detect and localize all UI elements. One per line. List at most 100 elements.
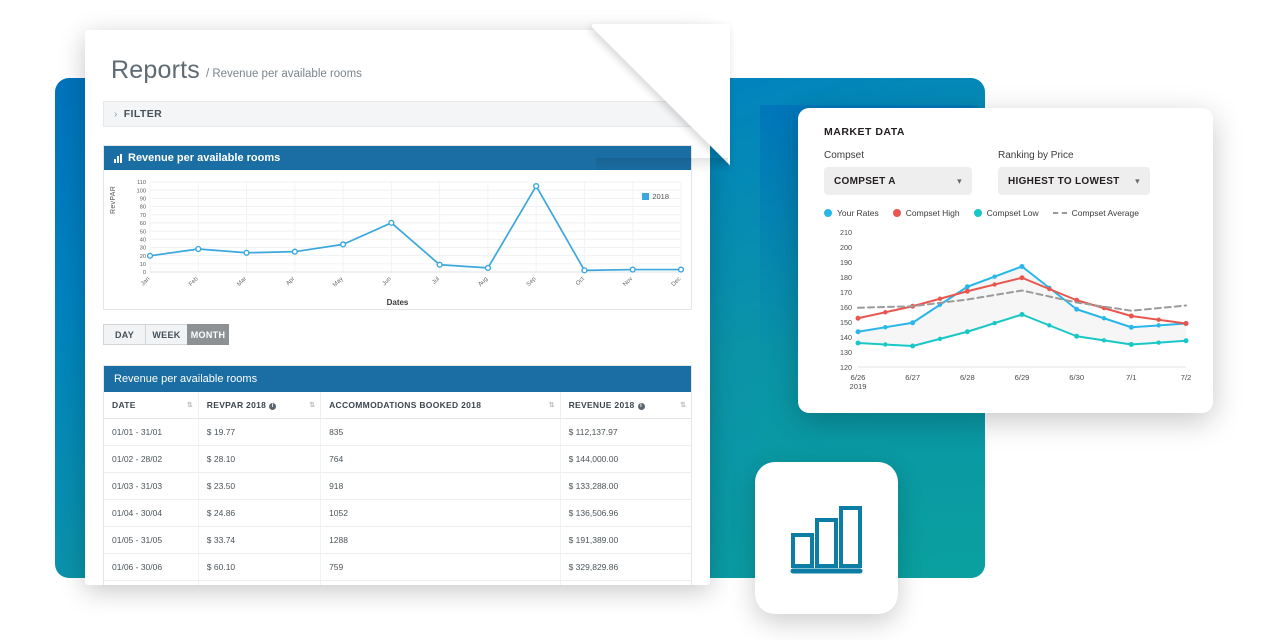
svg-text:6/29: 6/29 xyxy=(1015,373,1030,382)
ranking-select[interactable]: HIGHEST TO LOWEST ▾ xyxy=(998,167,1150,195)
svg-text:20: 20 xyxy=(140,254,146,260)
revpar-table-panel: Revenue per available rooms DATE ⇅ REVPAR … xyxy=(103,365,692,585)
svg-text:80: 80 xyxy=(140,205,146,211)
granularity-month[interactable]: MONTH xyxy=(187,324,229,345)
table-cell: $ 28.10 xyxy=(198,445,322,473)
table-header-row: DATE ⇅ REVPAR 2018 i ⇅ ACCOMMODATIONS BOOKED … xyxy=(104,392,691,419)
page-title: Reports xyxy=(111,56,200,84)
compset-label: Compset xyxy=(824,150,865,161)
table-cell: 1288 xyxy=(320,526,561,554)
table-cell: $ 50,473.42 xyxy=(560,580,691,585)
svg-text:6/28: 6/28 xyxy=(960,373,975,382)
legend-dot-0 xyxy=(824,209,832,217)
legend-label: Compset High xyxy=(905,208,960,218)
sort-icon[interactable]: ⇅ xyxy=(549,401,555,409)
table-cell: 01/02 - 28/02 xyxy=(104,445,199,473)
table-cell: $ 33.74 xyxy=(198,526,322,554)
revpar-chart-legend: 2018 xyxy=(642,192,669,201)
market-chart-legend: Your Rates Compset High Compset Low Compset… xyxy=(824,208,1191,218)
table-row: 01/05 - 31/05 $ 33.74 1288 $ 191,389.00 xyxy=(104,526,691,554)
chevron-down-icon: ▾ xyxy=(1135,175,1140,186)
table-cell: $ 60.10 xyxy=(198,553,322,581)
sort-icon[interactable]: ⇅ xyxy=(187,401,193,409)
svg-text:Jul: Jul xyxy=(431,276,441,286)
table-cell: $ 144,000.00 xyxy=(560,445,691,473)
table-body: 01/01 - 31/01 $ 19.77 835 $ 112,137.97 01/02… xyxy=(104,418,691,585)
table-row: 01/04 - 30/04 $ 24.86 1052 $ 136,506.96 xyxy=(104,499,691,527)
table-header-1[interactable]: REVPAR 2018 i ⇅ xyxy=(198,392,322,419)
info-icon[interactable]: i xyxy=(637,403,645,410)
table-header-2[interactable]: ACCOMMODATIONS BOOKED 2018 ⇅ xyxy=(320,392,561,419)
svg-text:160: 160 xyxy=(840,303,852,312)
svg-text:210: 210 xyxy=(840,228,852,237)
svg-text:Nov: Nov xyxy=(622,276,634,288)
table-cell: 01/05 - 31/05 xyxy=(104,526,199,554)
table-cell: 01/04 - 30/04 xyxy=(104,499,199,527)
market-data-filters: Compset COMPSET A ▾ Ranking by Price HIG… xyxy=(824,150,1191,195)
compset-select[interactable]: COMPSET A ▾ xyxy=(824,167,972,195)
granularity-week[interactable]: WEEK xyxy=(145,324,187,345)
table-cell: $ 23.50 xyxy=(198,472,322,500)
sort-icon[interactable]: ⇅ xyxy=(680,401,686,409)
table-header-3[interactable]: REVENUE 2018 i ⇅ xyxy=(560,392,691,419)
info-icon[interactable]: i xyxy=(269,403,277,410)
table-row: 01/01 - 31/01 $ 19.77 835 $ 112,137.97 xyxy=(104,418,691,446)
table-header-label: REVPAR 2018 xyxy=(206,400,267,410)
bar-chart-icon xyxy=(114,153,122,163)
breadcrumb: / Revenue per available rooms xyxy=(205,68,362,80)
table-header-0[interactable]: DATE ⇅ xyxy=(104,392,199,419)
legend-item-2[interactable]: Compset Low xyxy=(973,208,1039,218)
table-cell: 759 xyxy=(320,553,561,581)
svg-text:70: 70 xyxy=(140,213,146,219)
svg-text:170: 170 xyxy=(840,288,852,297)
table-cell: 01/03 - 31/03 xyxy=(104,472,199,500)
market-data-chart-svg: 120 130 140 150 160 170 180 190 200 210 6/262019 6/… xyxy=(840,228,1191,391)
legend-item-0[interactable]: Your Rates xyxy=(824,208,879,218)
table-cell: $ 8.90 xyxy=(198,580,322,585)
table-cell: 01/01 - 31/01 xyxy=(104,418,199,446)
revpar-chart-ylabel: RevPAR xyxy=(110,185,117,214)
svg-text:200: 200 xyxy=(840,243,852,252)
table-cell: $ 24.86 xyxy=(198,499,322,527)
legend-dot-2 xyxy=(973,209,982,217)
svg-text:130: 130 xyxy=(840,348,852,357)
legend-item-1[interactable]: Compset High xyxy=(892,208,960,218)
legend-label: Your Rates xyxy=(837,208,879,218)
table-cell: $ 133,288.00 xyxy=(560,472,691,500)
table-cell: 918 xyxy=(320,472,561,500)
ranking-label: Ranking by Price xyxy=(998,150,1074,161)
granularity-day[interactable]: DAY xyxy=(103,324,145,345)
svg-text:110: 110 xyxy=(137,180,146,186)
market-data-chart: 120 130 140 150 160 170 180 190 200 210 6/26 2019 6/… xyxy=(824,226,1191,406)
revpar-chart-body: RevPAR 2018 0 10 20 30 40 50 60 70 80 90 100 110 Jan… xyxy=(104,170,691,309)
svg-text:Jun: Jun xyxy=(382,276,393,287)
filter-label: FILTER xyxy=(123,108,163,120)
svg-text:190: 190 xyxy=(840,258,852,267)
svg-text:150: 150 xyxy=(840,318,852,327)
svg-text:10: 10 xyxy=(140,262,146,268)
legend-item-3[interactable]: Compset Average xyxy=(1052,208,1139,218)
table-cell: 01/07 - 31/07 xyxy=(104,580,199,585)
market-data-title: MARKET DATA xyxy=(824,126,905,138)
svg-text:Apr: Apr xyxy=(285,276,296,287)
granularity-toggle-group: DAY WEEK MONTH xyxy=(103,324,710,345)
table-row: 01/06 - 30/06 $ 60.10 759 $ 329,829.86 xyxy=(104,553,691,581)
table-row: 01/07 - 31/07$ 8.90338$ 50,473.42 xyxy=(104,580,691,585)
legend-label: Compset Low xyxy=(986,208,1039,218)
legend-label: Compset Average xyxy=(1071,208,1139,218)
table-cell: 01/06 - 30/06 xyxy=(104,553,199,581)
sort-icon[interactable]: ⇅ xyxy=(309,401,315,409)
table-cell: 338 xyxy=(320,580,561,585)
compset-value: COMPSET A xyxy=(834,175,896,187)
table-cell: 835 xyxy=(320,418,561,446)
page-fold-shadow xyxy=(596,158,728,172)
revpar-table: DATE ⇅ REVPAR 2018 i ⇅ ACCOMMODATIONS BOOKED … xyxy=(104,392,691,585)
compset-field: Compset COMPSET A ▾ xyxy=(824,150,972,195)
table-cell: $ 329,829.86 xyxy=(560,553,691,581)
svg-text:100: 100 xyxy=(137,188,146,194)
svg-text:Mar: Mar xyxy=(236,276,248,288)
legend-dot-1 xyxy=(892,209,901,217)
table-row: 01/02 - 28/02 $ 28.10 764 $ 144,000.00 xyxy=(104,445,691,473)
svg-text:0: 0 xyxy=(143,270,146,276)
svg-text:7/1: 7/1 xyxy=(1126,373,1137,382)
